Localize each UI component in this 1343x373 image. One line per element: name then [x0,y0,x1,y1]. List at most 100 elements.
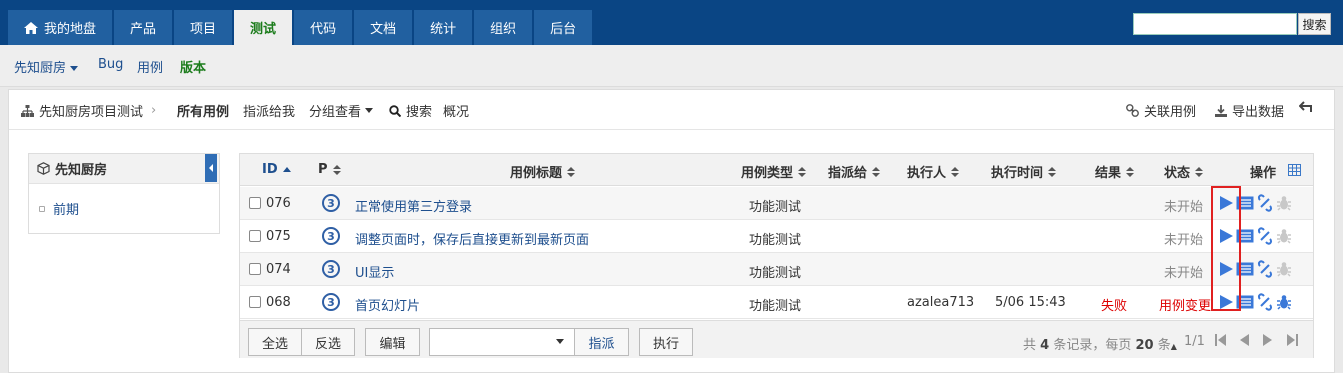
tab-my-dashboard[interactable]: 我的地盘 [8,10,113,45]
prev-page-icon[interactable] [1239,334,1249,346]
case-type: 功能测试 [749,266,802,281]
col-executor[interactable]: 执行人 [907,162,960,181]
next-page-icon[interactable] [1263,334,1273,346]
last-page-icon[interactable] [1287,334,1298,346]
export-label: 导出数据 [1232,105,1285,120]
module-tree-panel: 先知厨房 前期 [28,153,220,234]
overview-link[interactable]: 概况 [443,101,469,120]
col-exec-time[interactable]: 执行时间 [991,162,1057,181]
bug-icon [1277,229,1291,244]
sub-nav: 先知厨房 Bug 用例 版本 [0,45,1343,87]
case-title-link[interactable]: UI显示 [355,262,394,281]
tab-product[interactable]: 产品 [114,10,173,45]
subnav-build[interactable]: 版本 [180,57,206,76]
tab-label: 产品 [130,22,157,37]
filter-all-cases[interactable]: 所有用例 [177,101,229,120]
bug-icon [1277,196,1291,211]
sitemap-icon [21,104,34,117]
batch-assign-button[interactable]: 指派 [574,328,629,356]
tab-label: 我的地盘 [44,22,97,37]
col-status[interactable]: 状态 [1164,162,1204,181]
table-row[interactable]: 075 3 调整页面时，保存后直接更新到最新页面 功能测试 未开始 [240,220,1313,253]
subnav-case[interactable]: 用例 [137,57,163,76]
group-view-label: 分组查看 [309,105,362,120]
breadcrumb-separator: › [151,103,157,118]
bug-icon[interactable] [1276,294,1292,310]
col-result[interactable]: 结果 [1095,162,1135,181]
col-pri-label: P [318,162,328,177]
table-row[interactable]: 076 3 正常使用第三方登录 功能测试 未开始 [240,187,1313,220]
module-tree-title: 先知厨房 [55,163,108,178]
sort-icon [567,166,576,177]
tab-stats[interactable]: 统计 [414,10,473,45]
col-title[interactable]: 用例标题 [510,162,576,181]
link-relation-icon[interactable] [1256,260,1274,278]
case-type: 功能测试 [749,299,802,314]
col-assigned[interactable]: 指派给 [828,162,881,181]
case-id: 068 [266,295,291,310]
batch-edit-button[interactable]: 编辑 [365,328,420,356]
filter-assigned-to-me[interactable]: 指派给我 [243,101,295,120]
bug-icon [1277,262,1291,277]
tree-bullet-icon [39,205,45,212]
product-switcher[interactable]: 先知厨房 [14,57,79,76]
case-executor: azalea713 [907,295,975,310]
back-button[interactable] [1299,101,1319,113]
case-title-link[interactable]: 调整页面时，保存后直接更新到最新页面 [355,229,589,248]
module-item[interactable]: 前期 [39,199,79,218]
select-all-button[interactable]: 全选 [248,328,302,356]
col-actions-label: 操作 [1250,166,1277,181]
download-icon [1215,104,1227,117]
case-exec-time: 5/06 15:43 [995,295,1066,310]
first-page-icon[interactable] [1215,334,1226,346]
back-arrow-icon [1299,101,1312,112]
table-row[interactable]: 068 3 首页幻灯片 功能测试 azalea713 5/06 15:43 失败… [240,286,1313,319]
col-result-label: 结果 [1095,166,1122,181]
case-status: 未开始 [1164,233,1204,248]
link-cases-button[interactable]: 关联用例 [1126,101,1196,120]
row-checkbox[interactable] [249,197,261,209]
breadcrumb-project[interactable]: 先知厨房项目测试 [39,101,143,120]
search-input[interactable] [1133,13,1297,35]
invert-selection-button[interactable]: 反选 [301,328,355,356]
col-pri[interactable]: P [318,162,341,177]
tab-code[interactable]: 代码 [294,10,353,45]
sort-icon [1126,166,1135,177]
case-title-link[interactable]: 首页幻灯片 [355,295,420,314]
search-toggle[interactable]: 搜索 [389,101,432,120]
table-header: ID P 用例标题 用例类型 指派给 执行人 执行时间 结果 状态 操作 [240,154,1313,186]
table-column-settings-icon[interactable] [1288,164,1301,176]
pager-per-page[interactable]: 20 [1136,338,1154,353]
batch-run-button[interactable]: 执行 [639,328,693,356]
col-type[interactable]: 用例类型 [741,162,807,181]
col-id[interactable]: ID [262,162,291,177]
table-row[interactable]: 074 3 UI显示 功能测试 未开始 [240,253,1313,286]
table-footer: 全选 反选 编辑 指派 执行 共 4 条记录，每页 20 条▲ 1/1 [240,320,1313,358]
col-type-label: 用例类型 [741,166,794,181]
export-button[interactable]: 导出数据 [1215,101,1284,120]
caret-up-icon[interactable]: ▲ [1171,342,1177,351]
group-view-dropdown[interactable]: 分组查看 [309,101,374,120]
search-button[interactable]: 搜索 [1298,13,1331,35]
tab-org[interactable]: 组织 [474,10,533,45]
assign-user-select[interactable] [429,328,575,356]
tab-project[interactable]: 项目 [174,10,233,45]
pager-page: 1/1 [1184,334,1205,349]
link-relation-icon[interactable] [1256,227,1274,245]
sort-icon [951,166,960,177]
subnav-bug[interactable]: Bug [98,57,123,72]
link-relation-icon[interactable] [1256,194,1274,212]
case-type: 功能测试 [749,200,802,215]
side-collapse-toggle[interactable] [205,154,217,182]
row-checkbox[interactable] [249,230,261,242]
tab-label: 代码 [310,22,337,37]
col-exec-time-label: 执行时间 [991,166,1044,181]
case-title-link[interactable]: 正常使用第三方登录 [355,196,472,215]
priority-badge: 3 [322,227,340,245]
link-relation-icon[interactable] [1256,293,1274,311]
tab-test[interactable]: 测试 [234,10,293,45]
row-checkbox[interactable] [249,296,261,308]
tab-admin[interactable]: 后台 [534,10,593,45]
tab-docs[interactable]: 文档 [354,10,413,45]
row-checkbox[interactable] [249,263,261,275]
